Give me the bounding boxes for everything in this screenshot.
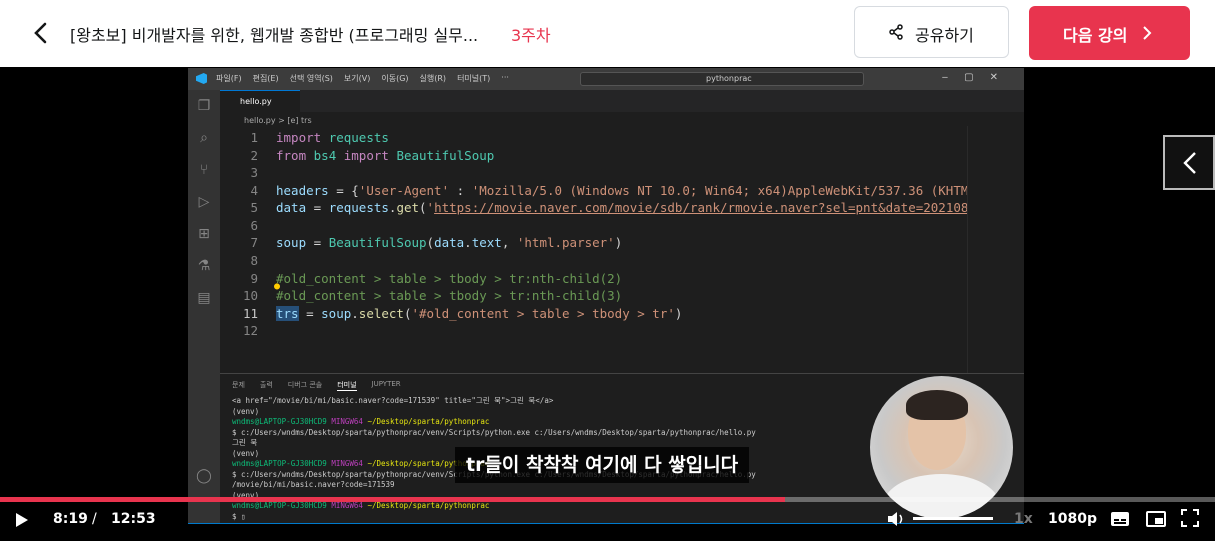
share-icon: [889, 24, 903, 40]
panel-tabs: 문제 출력 디버그 콘솔 터미널 JUPYTER: [232, 380, 401, 391]
editor-tabs: hello.py: [220, 90, 1024, 112]
run-debug-icon[interactable]: ▷: [196, 194, 212, 210]
time-separator: /: [92, 511, 97, 527]
panel-tab[interactable]: JUPYTER: [372, 380, 401, 391]
notebook-icon[interactable]: ▤: [196, 290, 212, 306]
panel-tab-terminal[interactable]: 터미널: [337, 380, 357, 391]
line-number: 3: [250, 165, 258, 180]
line-number: 6: [250, 218, 258, 233]
code-line: trs = soup.select('#old_content > table …: [276, 306, 683, 321]
minimap: [967, 126, 1024, 376]
code-line: #old_content > table > tbody > tr:nth-ch…: [276, 288, 623, 303]
back-chevron-icon[interactable]: [26, 18, 56, 48]
share-button[interactable]: 공유하기: [854, 6, 1009, 58]
line-number: 5: [250, 200, 258, 215]
side-panel-toggle[interactable]: [1163, 135, 1215, 190]
lightbulb-icon[interactable]: ●: [274, 281, 280, 292]
panel-tab[interactable]: 문제: [232, 380, 245, 391]
line-number: 2: [250, 148, 258, 163]
menu-item[interactable]: 보기(V): [344, 73, 370, 84]
account-icon[interactable]: ◯: [196, 468, 212, 484]
tab-hello-py[interactable]: hello.py: [220, 90, 300, 112]
search-text: pythonprac: [706, 74, 752, 83]
line-number: 9: [250, 271, 258, 286]
menu-item[interactable]: 파일(F): [216, 73, 242, 84]
code-line: from bs4 import BeautifulSoup: [276, 148, 495, 163]
code-line: import requests: [276, 130, 389, 145]
share-label: 공유하기: [915, 26, 974, 45]
player-controls: 8:19 / 12:53 1x 1080p: [0, 502, 1215, 541]
line-number: 4: [250, 183, 258, 198]
subtitle: tr들이 착착착 여기에 다 쌓입니다: [455, 447, 750, 483]
code-line: #old_content > table > tbody > tr:nth-ch…: [276, 271, 623, 286]
week-label: 3주차: [511, 26, 551, 45]
code-line: soup = BeautifulSoup(data.text, 'html.pa…: [276, 235, 623, 250]
code-line: headers = {'User-Agent' : 'Mozilla/5.0 (…: [276, 183, 1007, 198]
quality-button[interactable]: 1080p: [1048, 511, 1097, 527]
vscode-logo-icon: [196, 73, 207, 84]
duration: 12:53: [111, 511, 156, 527]
code-line: data = requests.get('https://movie.naver…: [276, 200, 1006, 215]
menu-item[interactable]: 편집(E): [253, 73, 279, 84]
course-title: [왕초보] 비개발자를 위한, 웹개발 종합반 (프로그래밍 실무...: [70, 26, 479, 45]
next-label: 다음 강의: [1063, 26, 1128, 45]
top-bar: [왕초보] 비개발자를 위한, 웹개발 종합반 (프로그래밍 실무... 3주차…: [0, 0, 1215, 67]
breadcrumb: hello.py > [e] trs: [244, 116, 312, 125]
play-icon[interactable]: [12, 511, 30, 529]
webcam-hair: [906, 390, 968, 420]
line-number: 12: [242, 323, 258, 338]
panel-tab[interactable]: 출력: [260, 380, 273, 391]
captions-icon[interactable]: [1110, 510, 1130, 528]
line-number: 7: [250, 235, 258, 250]
line-number: 8: [250, 253, 258, 268]
next-lecture-button[interactable]: 다음 강의: [1029, 6, 1190, 60]
menu-item[interactable]: ···: [501, 73, 509, 84]
search-icon[interactable]: ⌕: [196, 130, 212, 146]
current-time: 8:19: [53, 511, 88, 527]
panel-tab[interactable]: 디버그 콘솔: [288, 380, 322, 391]
vscode-titlebar: 파일(F) 편집(E) 선택 영역(S) 보기(V) 이동(G) 실행(R) 터…: [188, 68, 1024, 90]
menu-item[interactable]: 터미널(T): [457, 73, 490, 84]
source-control-icon[interactable]: ⑂: [196, 162, 212, 178]
volume-slider[interactable]: [913, 517, 993, 520]
line-number: 10: [242, 288, 258, 303]
testing-icon[interactable]: ⚗: [196, 258, 212, 274]
explorer-icon[interactable]: ❐: [196, 98, 212, 114]
pip-icon[interactable]: [1146, 510, 1166, 528]
next-chevron-icon: [1143, 26, 1152, 40]
speed-button[interactable]: 1x: [1014, 511, 1033, 527]
window-controls[interactable]: ‒▢✕: [942, 72, 1014, 83]
activity-bar: ❐ ⌕ ⑂ ▷ ⊞ ⚗ ▤ ◯: [188, 90, 220, 524]
menu-item[interactable]: 실행(R): [420, 73, 447, 84]
menu-item[interactable]: 선택 영역(S): [290, 73, 333, 84]
volume-icon[interactable]: [886, 509, 906, 529]
command-search[interactable]: pythonprac: [580, 72, 864, 86]
tab-label: hello.py: [240, 97, 272, 106]
chevron-left-icon: [1183, 152, 1196, 174]
vscode-menu: 파일(F) 편집(E) 선택 영역(S) 보기(V) 이동(G) 실행(R) 터…: [216, 73, 509, 84]
extensions-icon[interactable]: ⊞: [196, 226, 212, 242]
line-number: 1: [250, 130, 258, 145]
menu-item[interactable]: 이동(G): [381, 73, 408, 84]
line-number: 11: [242, 306, 258, 321]
fullscreen-icon[interactable]: [1181, 509, 1199, 527]
